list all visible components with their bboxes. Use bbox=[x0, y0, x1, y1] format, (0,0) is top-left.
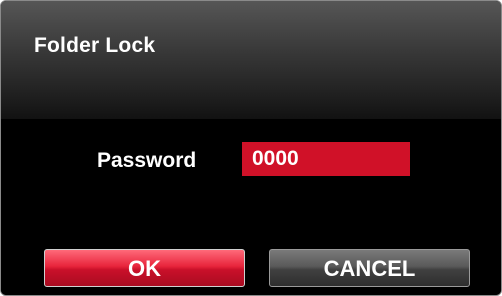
password-field[interactable]: 0000 bbox=[242, 142, 410, 176]
dialog-title: Folder Lock bbox=[34, 34, 156, 57]
dialog-content: Password 0000 OK CANCEL bbox=[1, 119, 501, 295]
ok-button[interactable]: OK bbox=[44, 249, 245, 287]
folder-lock-dialog: Folder Lock Password 0000 OK CANCEL bbox=[0, 0, 502, 296]
password-label: Password bbox=[97, 149, 197, 172]
cancel-button[interactable]: CANCEL bbox=[269, 249, 470, 287]
dialog-titlebar: Folder Lock bbox=[1, 1, 501, 119]
